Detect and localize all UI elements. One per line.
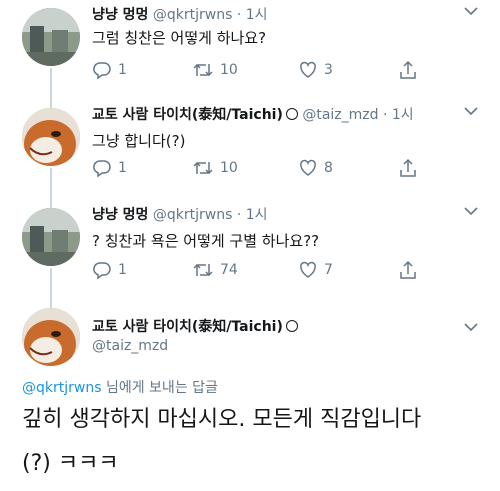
retweet-count: 10 [220, 160, 238, 176]
tweet-header: 냥냥 멍멍 @qkrtjrwns · 1시 [92, 4, 268, 24]
reply-button[interactable]: 1 [92, 158, 127, 178]
like-icon [300, 159, 316, 176]
reply-icon [93, 262, 111, 280]
tweet[interactable]: 냥냥 멍멍 @qkrtjrwns · 1시 그럼 칭찬은 어떻게 하나요? 1 … [0, 0, 500, 100]
author-name[interactable]: 교토 사람 타이치(泰知/Taichi) [92, 319, 283, 335]
tweet-header: 냥냥 멍멍 @qkrtjrwns · 1시 [92, 204, 268, 224]
reply-count: 1 [118, 62, 127, 78]
tweet-text: 그냥 합니다(?) [92, 132, 186, 150]
tweet[interactable]: 냥냥 멍멍 @qkrtjrwns · 1시 ? 칭찬과 욕은 어떻게 구별 하나… [0, 200, 500, 300]
author-name[interactable]: 냥냥 멍멍 [92, 207, 148, 223]
author-handle[interactable]: @taiz_mzd [302, 107, 378, 123]
chevron-down-icon[interactable] [464, 206, 478, 216]
like-icon [300, 61, 316, 78]
separator-dot: · [236, 207, 242, 223]
replying-suffix: 님에게 보내는 답글 [101, 380, 218, 396]
like-count: 7 [324, 262, 333, 278]
timestamp[interactable]: 1시 [246, 7, 268, 23]
tweet-text: ? 칭찬과 욕은 어떻게 구별 하나요?? [92, 232, 320, 250]
avatar[interactable] [22, 8, 80, 66]
separator-dot: · [236, 7, 242, 23]
retweet-count: 74 [220, 262, 238, 278]
author-handle[interactable]: @taiz_mzd [92, 338, 168, 354]
chevron-down-icon[interactable] [464, 106, 478, 116]
reply-button[interactable]: 1 [92, 260, 127, 280]
share-icon [400, 158, 416, 177]
like-button[interactable]: 3 [298, 60, 333, 80]
retweet-icon [193, 63, 213, 77]
author-handle[interactable]: @qkrtjrwns [153, 207, 233, 223]
tweet-text: 그럼 칭찬은 어떻게 하나요? [92, 29, 267, 47]
share-button[interactable] [398, 60, 418, 80]
tweet-header: 교토 사람 타이치(泰知/Taichi) [92, 316, 298, 336]
share-button[interactable] [398, 158, 418, 178]
author-handle-row: @taiz_mzd [92, 338, 168, 354]
like-button[interactable]: 8 [298, 158, 333, 178]
share-button[interactable] [398, 260, 418, 280]
reply-count: 1 [118, 262, 127, 278]
retweet-button[interactable]: 74 [192, 260, 238, 280]
verified-icon [285, 320, 298, 332]
retweet-count: 10 [220, 62, 238, 78]
avatar[interactable] [22, 308, 80, 366]
reply-icon [93, 62, 111, 80]
share-icon [400, 260, 416, 279]
separator-dot: · [382, 107, 388, 123]
avatar[interactable] [22, 208, 80, 266]
tweet-actions: 1 74 7 [92, 260, 422, 282]
timestamp[interactable]: 1시 [246, 207, 268, 223]
main-tweet-text-line2: (?) ㅋㅋㅋ [22, 451, 119, 476]
tweet-actions: 1 10 3 [92, 60, 422, 82]
author-name[interactable]: 냥냥 멍멍 [92, 7, 148, 23]
reply-icon [93, 160, 111, 178]
like-button[interactable]: 7 [298, 260, 333, 280]
chevron-down-icon[interactable] [464, 322, 478, 332]
like-count: 8 [324, 160, 333, 176]
tweet-actions: 1 10 8 [92, 158, 422, 180]
avatar[interactable] [22, 108, 80, 166]
share-icon [400, 60, 416, 79]
retweet-button[interactable]: 10 [192, 158, 238, 178]
replying-mention[interactable]: @qkrtjrwns [22, 380, 102, 396]
author-handle[interactable]: @qkrtjrwns [153, 7, 233, 23]
retweet-button[interactable]: 10 [192, 60, 238, 80]
tweet[interactable]: 교토 사람 타이치(泰知/Taichi) @taiz_mzd · 1시 그냥 합… [0, 100, 500, 200]
reply-button[interactable]: 1 [92, 60, 127, 80]
main-tweet-text-line1: 깊히 생각하지 마십시오. 모든게 직감입니다 [22, 407, 422, 432]
reply-count: 1 [118, 160, 127, 176]
replying-to: @qkrtjrwns 님에게 보내는 답글 [22, 377, 218, 397]
verified-icon [285, 108, 298, 120]
author-name[interactable]: 교토 사람 타이치(泰知/Taichi) [92, 107, 283, 123]
like-icon [300, 261, 316, 278]
tweet-header: 교토 사람 타이치(泰知/Taichi) @taiz_mzd · 1시 [92, 104, 414, 124]
chevron-down-icon[interactable] [464, 6, 478, 16]
retweet-icon [193, 263, 213, 277]
retweet-icon [193, 161, 213, 175]
like-count: 3 [324, 62, 333, 78]
timestamp[interactable]: 1시 [392, 107, 414, 123]
